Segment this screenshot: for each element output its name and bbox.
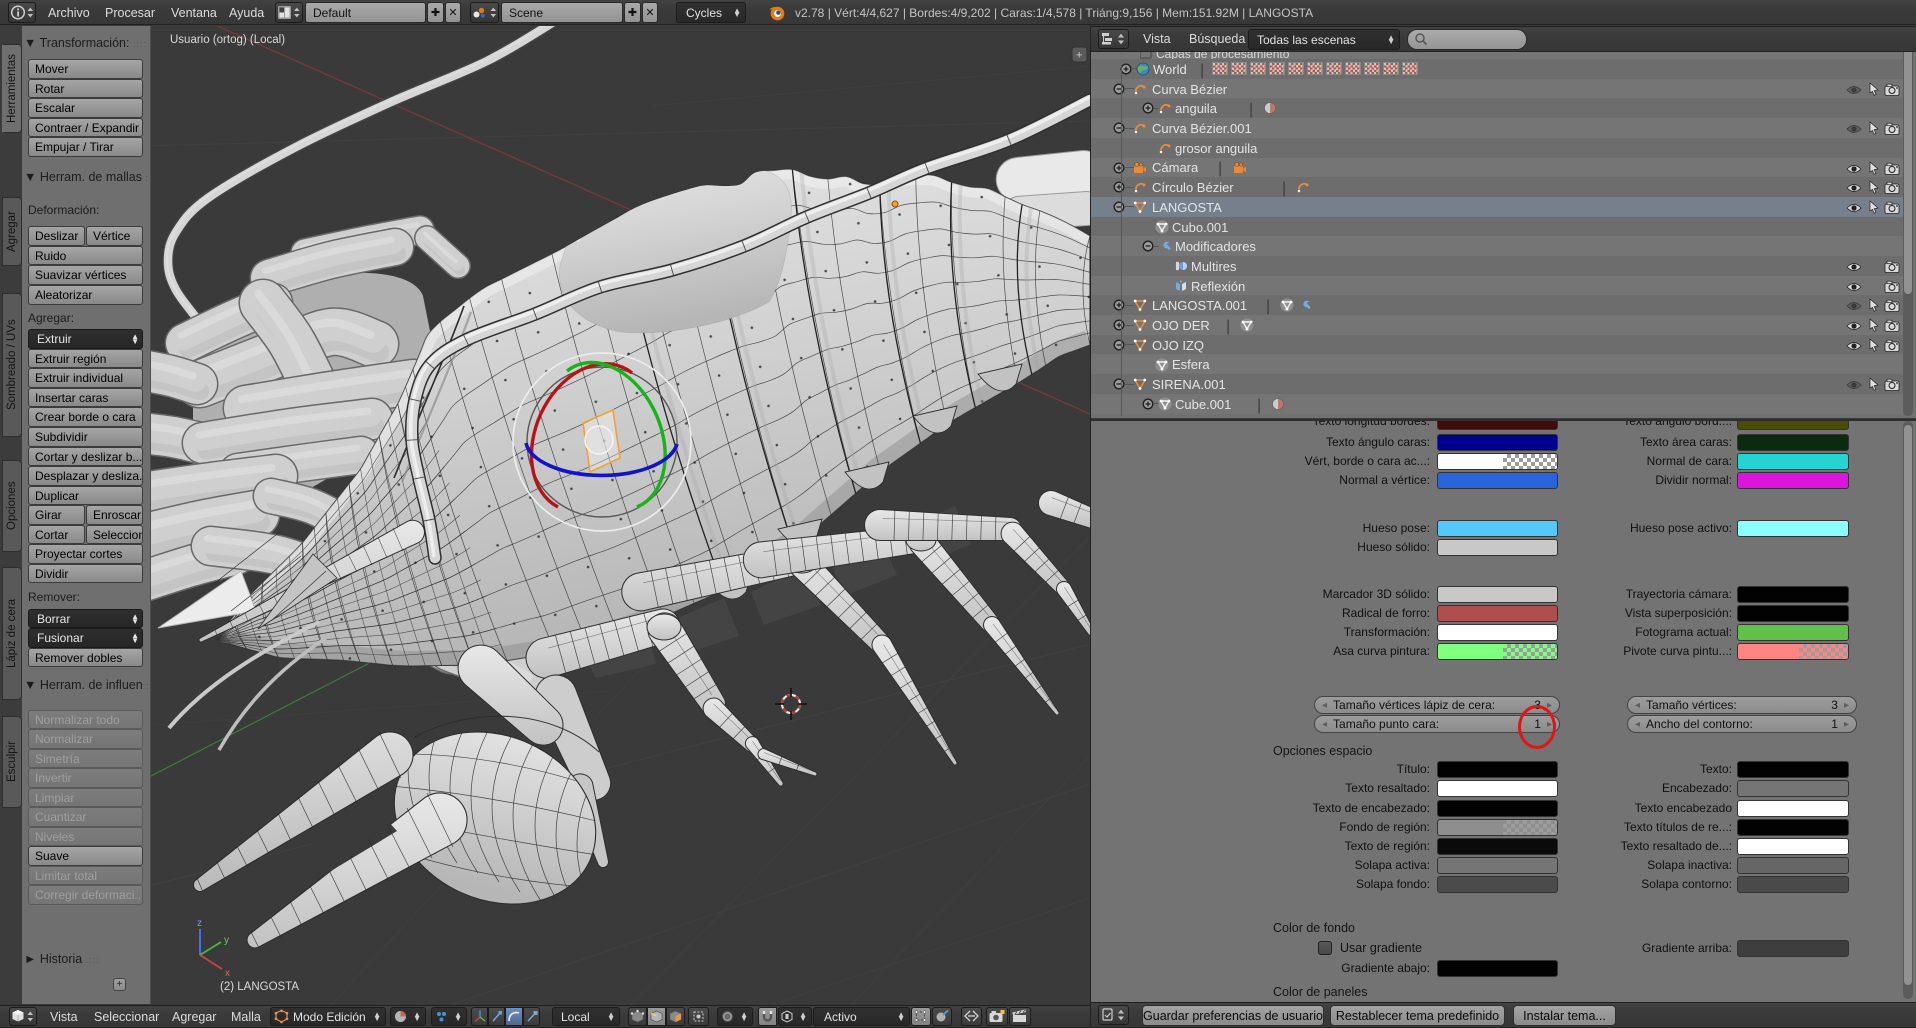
svg-text:+: + bbox=[1076, 50, 1082, 62]
svg-text:Usuario (ortog) (Local): Usuario (ortog) (Local) bbox=[170, 34, 285, 46]
svg-text:x: x bbox=[225, 968, 230, 979]
svg-text:y: y bbox=[224, 935, 229, 946]
svg-text:z: z bbox=[197, 918, 202, 929]
svg-text:(2) LANGOSTA: (2) LANGOSTA bbox=[220, 981, 299, 993]
